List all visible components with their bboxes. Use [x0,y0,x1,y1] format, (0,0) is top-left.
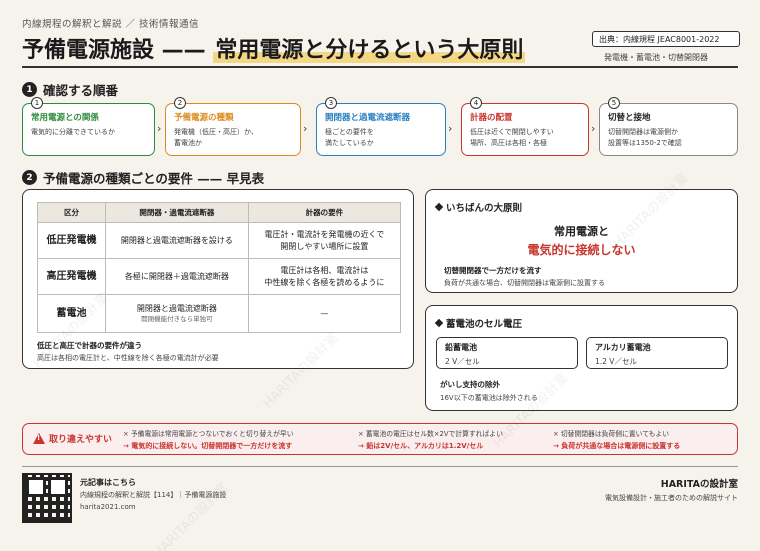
step-card: 5 切替と接地切替開閉器は電源側か 設置等は1350-2で確認 [599,97,738,156]
pitfall-mistake: × 予備電源は常用電源とつないでおくと切り替えが早い [123,430,294,438]
pitfalls-banner: 取り違えやすい × 予備電源は常用電源とつないでおくと切り替えが早い → 電気的… [22,423,738,455]
qr-code[interactable] [22,473,72,523]
section-title: 予備電源の種類ごとの要件 —— 早見表 [43,171,265,186]
principle-card: いちばんの大原則 常用電源と 電気的に接続しない 切替開閉器で一方だけを流す 負… [425,189,738,293]
pitfall-fix: → 負荷が共通な場合は電源側に設置する [553,442,681,450]
table-row: 高圧発電機 各極に開閉器＋過電流遮断器 電圧計は各相、電流計は 中性線を除く各極… [37,258,402,295]
principle-line-2: 電気的に接続しない [527,243,636,257]
switch-text: 開閉器と過電流遮断器 [136,303,217,313]
pitfall-item: × 蓄電池の電圧はセル数×2Vで計算すればよい → 鉛は2V/セル、アルカリは1… [358,428,503,451]
article-link-label: 元記事はこちら [80,478,136,487]
table-note-title: 低圧と高圧で計器の要件が違う [37,341,142,350]
topic-tags: 発電機・蓄電池・切替開閉器 [604,53,708,62]
table-row: 低圧発電機 開閉器と過電流遮断器を設ける 電圧計・電流計を発電機の近くで 開閉し… [37,222,402,259]
battery-card: 蓄電池のセル電圧 鉛蓄電池 2 V／セル アルカリ蓄電池 1.2 V／セル がい… [425,305,738,411]
step-description: 電気的に分離できているか [31,128,115,136]
step-title: 切替と接地 [608,113,651,123]
page-title-highlight: 常用電源と分けるという大原則 [213,38,526,63]
article-title: 内線規程の解釈と解説【114】｜予備電源施設 [80,491,227,499]
chevron-right-icon: › [448,122,453,135]
principle-sub-body: 負荷が共通な場合、切替開閉器は電源側に設置する [444,279,605,287]
principle-title: いちばんの大原則 [446,203,523,214]
site-url-link[interactable]: harita2021.com [80,503,136,511]
column-header: 区分 [37,202,106,223]
step-description: 低圧は近くで開閉しやすい 場所、高圧は各相・各極 [470,128,554,147]
pitfall-fix: → 鉛は2V/セル、アルカリは1.2V/セル [358,442,484,450]
meter-cell: — [247,294,402,333]
principle-line-1: 常用電源と [554,225,609,238]
warning-icon [33,433,45,444]
breadcrumb: 内線規程の解釈と解説 ／ 技術情報通信 [22,19,200,30]
switch-cell: 開閉器と過電流遮断器を設ける [105,222,249,259]
pitfalls-label: 取り違えやすい [33,432,112,445]
battery-title: 蓄電池のセル電圧 [446,319,523,330]
pitfall-fix: → 電気的に接続しない。切替開閉器で一方だけを流す [123,442,293,450]
cell-voltage: 1.2 V／セル [595,357,637,366]
diamond-icon [434,318,444,328]
step-number: 4 [470,97,482,109]
switch-note: 開閉機能付きなら単独可 [141,314,213,323]
step-title: 常用電源との関係 [31,113,99,123]
table-note-body: 高圧は各相の電圧計と、中性線を除く各極の電流計が必要 [37,354,219,362]
lead-battery-box: 鉛蓄電池 2 V／セル [436,337,578,369]
step-card: 1 常用電源との関係電気的に分離できているか [22,97,155,156]
step-description: 発電機（低圧・高圧）か、 蓄電池か [174,128,258,147]
step-number: 5 [608,97,620,109]
battery-sub-body: 16V以下の蓄電池は除外される [440,394,538,402]
category-cell: 低圧発電機 [37,222,106,259]
requirements-table: 区分 開閉器・過電流遮断器 計器の要件 低圧発電機 開閉器と過電流遮断器を設ける… [37,202,402,333]
step-number: 3 [325,97,337,109]
meter-cell: 電圧計・電流計を発電機の近くで 開閉しやすい場所に設置 [247,222,402,259]
pitfall-mistake: × 蓄電池の電圧はセル数×2Vで計算すればよい [358,430,503,438]
chevron-right-icon: › [157,122,162,135]
page-title-prefix: 予備電源施設 —— [22,38,214,63]
category-cell: 高圧発電機 [37,258,106,295]
source-citation: 出典：内線規程 JEAC8001-2022 [592,31,740,47]
switch-cell: 各極に開閉器＋過電流遮断器 [105,258,249,295]
watermark: HARITAの設計室 [150,480,232,551]
switch-cell: 開閉器と過電流遮断器 開閉機能付きなら単独可 [105,294,249,333]
step-description: 切替開閉器は電源側か 設置等は1350-2で確認 [608,128,682,147]
page-title: 予備電源施設 —— 常用電源と分けるという大原則 [22,32,526,64]
pitfall-mistake: × 切替開閉器は負荷側に置いてもよい [553,430,670,438]
meter-cell: 電圧計は各相、電流計は 中性線を除く各極を読めるように [247,258,402,295]
step-title: 開閉器と過電流遮断器 [325,113,411,123]
battery-heading: 蓄電池のセル電圧 [434,316,523,330]
requirements-card: 区分 開閉器・過電流遮断器 計器の要件 低圧発電機 開閉器と過電流遮断器を設ける… [22,189,414,369]
battery-type: アルカリ蓄電池 [595,343,651,352]
step-card: 4 計器の配置低圧は近くで開閉しやすい 場所、高圧は各相・各極 [461,97,589,156]
step-title: 予備電源の種類 [174,113,234,123]
principle-heading: いちばんの大原則 [434,200,523,214]
title-divider [22,66,738,68]
footer-divider [22,466,738,467]
section-number: 2 [22,170,37,185]
section-2-heading: 2 予備電源の種類ごとの要件 —— 早見表 [22,168,264,187]
step-number: 2 [174,97,186,109]
diamond-icon [434,202,444,212]
column-header: 開閉器・過電流遮断器 [105,202,249,223]
step-card: 2 予備電源の種類発電機（低圧・高圧）か、 蓄電池か [165,97,301,156]
principle-sub-title: 切替開閉器で一方だけを流す [444,266,542,275]
column-header: 計器の要件 [247,202,402,223]
step-number: 1 [31,97,43,109]
pitfalls-label-text: 取り違えやすい [49,435,113,445]
step-title: 計器の配置 [470,113,513,123]
pitfall-item: × 予備電源は常用電源とつないでおくと切り替えが早い → 電気的に接続しない。切… [123,428,294,451]
category-cell: 蓄電池 [37,294,106,333]
battery-type: 鉛蓄電池 [445,343,477,352]
chevron-right-icon: › [591,122,596,135]
step-description: 極ごとの要件を 満たしているか [325,128,374,147]
section-title: 確認する順番 [43,83,119,98]
brand-tagline: 電気設備設計・施工者のための解説サイト [605,494,738,502]
chevron-right-icon: › [303,122,308,135]
section-number: 1 [22,82,37,97]
brand-name: HARITAの設計室 [660,479,738,490]
table-row: 蓄電池 開閉器と過電流遮断器 開閉機能付きなら単独可 — [37,294,402,333]
table-header-row: 区分 開閉器・過電流遮断器 計器の要件 [37,202,402,223]
battery-sub-title: がいし支持の除外 [440,380,500,389]
cell-voltage: 2 V／セル [445,357,480,366]
pitfall-item: × 切替開閉器は負荷側に置いてもよい → 負荷が共通な場合は電源側に設置する [553,428,680,451]
step-card: 3 開閉器と過電流遮断器極ごとの要件を 満たしているか [316,97,446,156]
alkaline-battery-box: アルカリ蓄電池 1.2 V／セル [586,337,728,369]
